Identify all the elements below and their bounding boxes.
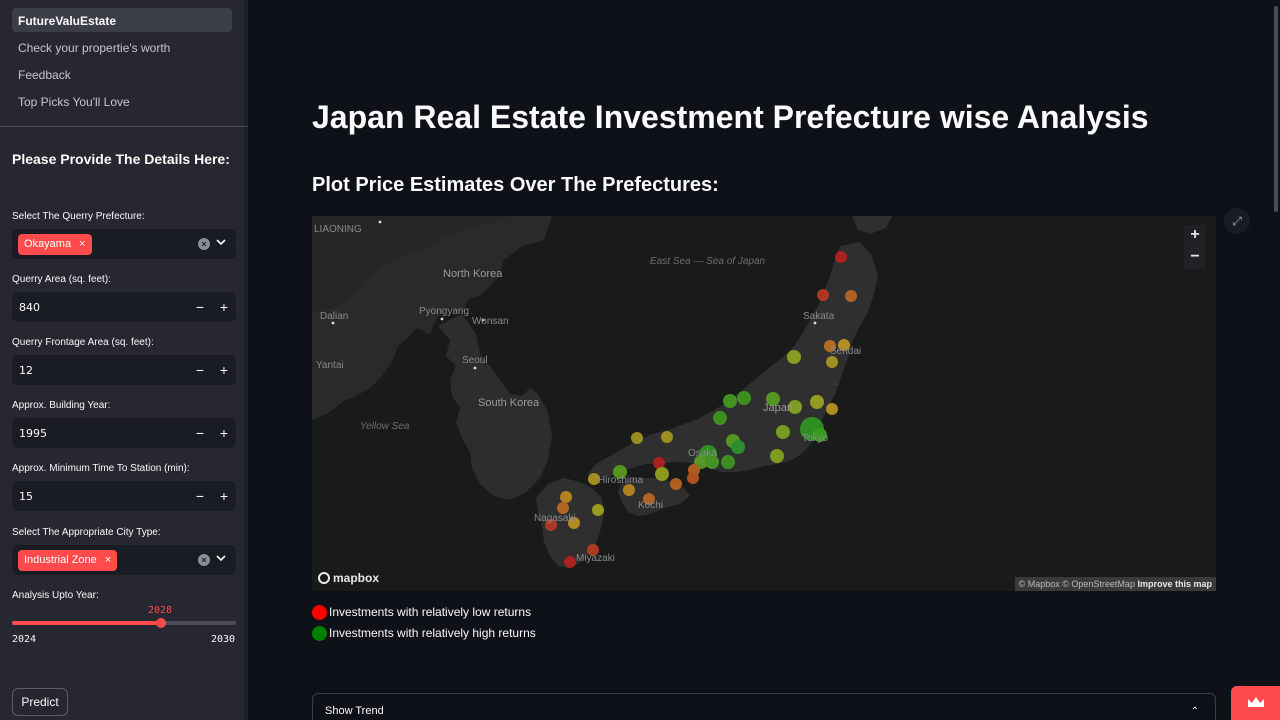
map-label-sakata: Sakata — [803, 311, 835, 322]
map-label-japan: Japan — [763, 402, 793, 414]
frontage-increment-button[interactable]: + — [212, 355, 236, 385]
station-time-label: Approx. Minimum Time To Station (min): — [12, 463, 190, 474]
slider-value: 2028 — [148, 605, 173, 616]
prefecture-tag: Okayama × — [18, 233, 92, 255]
building-year-increment-button[interactable]: + — [212, 418, 236, 448]
mapbox-logo-icon — [318, 572, 330, 584]
map-label-hiroshima: Hiroshima — [598, 475, 644, 486]
map-label-liaoning: LIAONING — [314, 224, 362, 235]
zoom-in-button[interactable]: + — [1184, 225, 1206, 247]
remove-tag-icon[interactable]: × — [105, 554, 111, 566]
station-time-increment-button[interactable]: + — [212, 481, 236, 511]
nav-item-futurevaluestate[interactable]: FutureValuEstate — [12, 8, 232, 32]
page-title: Japan Real Estate Investment Prefecture … — [312, 99, 1149, 135]
streamlit-badge[interactable] — [1231, 686, 1280, 720]
map-label-nagasaki: Nagasaki — [534, 513, 576, 524]
slider-thumb[interactable] — [156, 618, 166, 628]
scrollbar[interactable] — [1274, 6, 1278, 212]
map-label-wonsan: Wonsan — [472, 316, 509, 327]
sidebar-nav: FutureValuEstate Check your propertie's … — [0, 0, 244, 113]
frontage-value[interactable]: 12 — [12, 364, 188, 377]
slider-max: 2030 — [211, 634, 236, 645]
station-time-decrement-button[interactable]: − — [188, 481, 212, 511]
city-type-label: Select The Appropriate City Type: — [12, 527, 161, 538]
station-time-number-input[interactable]: 15 − + — [12, 481, 236, 511]
map-label-south-korea: South Korea — [478, 397, 540, 409]
slider-fill — [12, 621, 161, 625]
app: FutureValuEstate Check your propertie's … — [0, 0, 1280, 720]
zoom-out-button[interactable]: − — [1184, 247, 1206, 269]
chevron-up-icon: ⌃ — [1190, 706, 1199, 717]
predict-button[interactable]: Predict — [12, 688, 68, 716]
remove-tag-icon[interactable]: × — [79, 238, 85, 250]
slider-min: 2024 — [12, 634, 37, 645]
red-circle-icon — [312, 604, 327, 620]
building-year-value[interactable]: 1995 — [12, 427, 188, 440]
map-attribution: © Mapbox © OpenStreetMap Improve this ma… — [1014, 577, 1216, 591]
legend-low-label: Investments with relatively low returns — [329, 605, 532, 619]
city-type-multiselect[interactable]: Industrial Zone × × — [12, 545, 236, 575]
green-circle-icon — [312, 625, 327, 641]
show-trend-expander[interactable]: Show Trend ⌃ — [312, 693, 1216, 720]
city-type-tag-label: Industrial Zone — [24, 554, 97, 566]
area-decrement-button[interactable]: − — [188, 292, 212, 322]
map-label-east-sea: East Sea — Sea of Japan — [650, 256, 766, 267]
map-label-yantai: Yantai — [316, 360, 344, 371]
map-label-kochi: Kochi — [638, 500, 664, 511]
sidebar: FutureValuEstate Check your propertie's … — [0, 0, 248, 720]
area-increment-button[interactable]: + — [212, 292, 236, 322]
section-subtitle: Plot Price Estimates Over The Prefecture… — [312, 174, 719, 196]
clear-all-icon[interactable]: × — [198, 238, 210, 250]
frontage-label: Querry Frontage Area (sq. feet): — [12, 337, 154, 348]
prefecture-multiselect[interactable]: Okayama × × — [12, 229, 236, 259]
chevron-down-icon[interactable] — [216, 237, 226, 247]
prefecture-label: Select The Querry Prefecture: — [12, 211, 145, 222]
map-view[interactable]: LIAONING North Korea Pyongyang Wonsan Da… — [312, 216, 1216, 591]
fullscreen-icon[interactable]: ⤢ — [1224, 208, 1250, 234]
legend-high-returns: Investments with relatively high returns — [312, 624, 536, 642]
nav-item-check-worth[interactable]: Check your propertie's worth — [12, 35, 232, 59]
analysis-year-label: Analysis Upto Year: — [12, 590, 99, 601]
area-value[interactable]: 840 — [12, 301, 188, 314]
frontage-decrement-button[interactable]: − — [188, 355, 212, 385]
legend-low-returns: Investments with relatively low returns — [312, 603, 531, 621]
map-label-north-korea: North Korea — [443, 268, 503, 280]
prefecture-tag-label: Okayama — [24, 238, 72, 250]
chevron-down-icon[interactable] — [216, 553, 226, 563]
nav-item-feedback[interactable]: Feedback — [12, 62, 232, 86]
map-label-tokyo: Tokyo — [802, 433, 829, 444]
legend-high-label: Investments with relatively high returns — [329, 626, 536, 640]
map-label-seoul: Seoul — [462, 355, 488, 366]
sidebar-divider — [0, 126, 248, 127]
building-year-label: Approx. Building Year: — [12, 400, 111, 411]
clear-all-icon[interactable]: × — [198, 554, 210, 566]
map-label-yellow-sea: Yellow Sea — [360, 421, 410, 432]
map-label-pyongyang: Pyongyang — [419, 306, 470, 317]
mapbox-logo[interactable]: mapbox — [318, 571, 379, 585]
attribution-text[interactable]: © Mapbox © OpenStreetMap — [1019, 579, 1135, 589]
nav-item-top-picks[interactable]: Top Picks You'll Love — [12, 89, 232, 113]
map-label-miyazaki: Miyazaki — [576, 553, 615, 564]
crown-icon — [1248, 697, 1264, 707]
building-year-decrement-button[interactable]: − — [188, 418, 212, 448]
area-label: Querry Area (sq. feet): — [12, 274, 111, 285]
analysis-year-slider[interactable] — [12, 618, 236, 628]
map-label-osaka: Osaka — [688, 448, 717, 459]
city-type-tag: Industrial Zone × — [18, 549, 118, 571]
frontage-number-input[interactable]: 12 − + — [12, 355, 236, 385]
improve-map-link[interactable]: Improve this map — [1137, 579, 1212, 589]
building-year-number-input[interactable]: 1995 − + — [12, 418, 236, 448]
map-label-dalian: Dalian — [320, 311, 349, 322]
station-time-value[interactable]: 15 — [12, 490, 188, 503]
map-label-sendai: Sendai — [830, 346, 862, 357]
area-number-input[interactable]: 840 − + — [12, 292, 236, 322]
sidebar-heading: Please Provide The Details Here: — [12, 151, 230, 167]
mapbox-logo-text: mapbox — [333, 571, 380, 585]
expander-label: Show Trend — [325, 705, 384, 717]
